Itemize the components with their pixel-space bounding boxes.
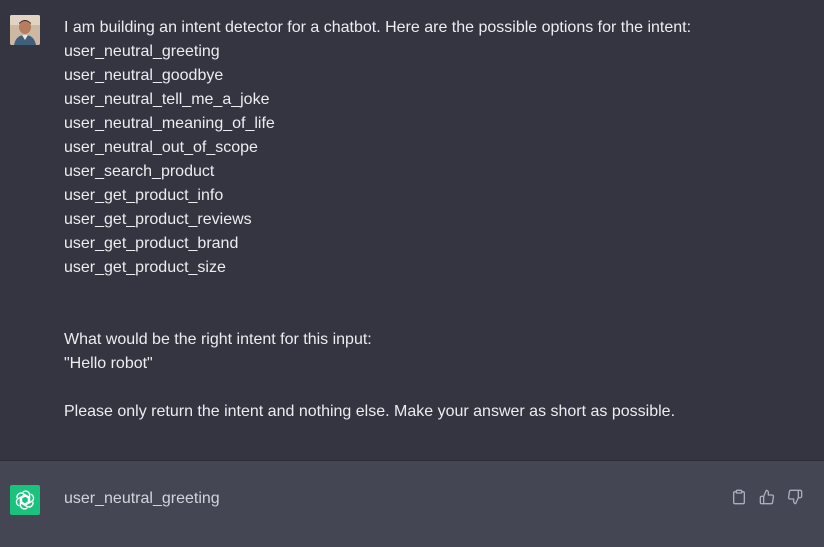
clipboard-icon	[733, 489, 745, 505]
message-line: user_search_product	[64, 163, 215, 180]
message-line: "Hello robot"	[64, 355, 153, 372]
copy-button[interactable]	[730, 488, 748, 506]
message-line: user_get_product_brand	[64, 235, 239, 252]
message-line: user_neutral_goodbye	[64, 67, 224, 84]
like-button[interactable]	[758, 488, 776, 506]
message-line: I am building an intent detector for a c…	[64, 19, 692, 36]
user-message-text: I am building an intent detector for a c…	[64, 16, 804, 424]
thumbs-down-icon	[787, 489, 803, 505]
assistant-message: user_neutral_greeting	[0, 461, 824, 547]
message-line: user_get_product_size	[64, 259, 226, 276]
message-line: Please only return the intent and nothin…	[64, 403, 676, 420]
dislike-button[interactable]	[786, 488, 804, 506]
message-line: user_neutral_tell_me_a_joke	[64, 91, 270, 108]
openai-logo-icon	[10, 485, 40, 515]
user-message: I am building an intent detector for a c…	[0, 0, 824, 461]
message-line: user_get_product_info	[64, 187, 224, 204]
message-line	[64, 280, 804, 304]
message-line	[64, 304, 804, 328]
message-line: user_neutral_greeting	[64, 43, 220, 60]
message-line: user_neutral_meaning_of_life	[64, 115, 275, 132]
user-avatar	[10, 15, 40, 45]
message-actions	[730, 488, 804, 506]
message-line: What would be the right intent for this …	[64, 331, 372, 348]
assistant-message-text: user_neutral_greeting	[64, 490, 220, 507]
message-line: user_neutral_out_of_scope	[64, 139, 258, 156]
message-line	[64, 376, 804, 400]
message-line: user_get_product_reviews	[64, 211, 252, 228]
thumbs-up-icon	[759, 489, 775, 505]
